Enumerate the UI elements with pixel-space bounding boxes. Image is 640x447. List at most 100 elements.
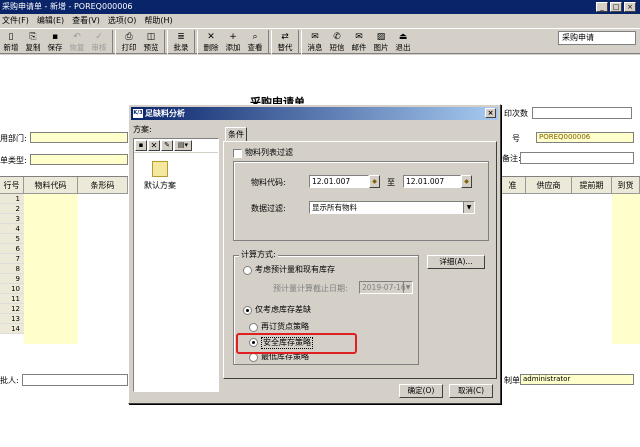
new-icon: ▯	[8, 32, 14, 42]
window-titlebar: 采购申请单 - 新增 - POREQ000006 _ □ ×	[0, 0, 640, 14]
toolbar-print-button[interactable]: ⎙ 打印	[118, 29, 140, 55]
document-type-combo[interactable]: 采购申请	[558, 31, 636, 45]
maximize-button[interactable]: □	[610, 2, 622, 12]
date-dropdown-icon[interactable]: ▼	[403, 282, 412, 293]
table-row-number[interactable]: 10	[0, 284, 24, 294]
remark-field[interactable]	[520, 152, 634, 164]
table-row-number[interactable]: 4	[0, 224, 24, 234]
toolbar-restore-button[interactable]: ↶ 恢复	[66, 29, 88, 55]
new-scheme-icon[interactable]: ✎	[161, 140, 173, 151]
toolbar-label: 打印	[121, 43, 137, 52]
to-label: 至	[387, 178, 395, 187]
close-button[interactable]: ×	[624, 2, 636, 12]
data-filter-select[interactable]: 显示所有物料 ▼	[309, 201, 475, 214]
table-row-number[interactable]: 2	[0, 204, 24, 214]
table-row-number[interactable]: 1	[0, 194, 24, 204]
toolbar-separator	[298, 30, 302, 54]
toolbar-separator	[268, 30, 272, 54]
detail-button[interactable]: 详细(A)...	[427, 255, 485, 269]
toolbar-new-button[interactable]: ▯ 新增	[0, 29, 22, 55]
table-row-number[interactable]: 3	[0, 214, 24, 224]
audit-icon: ✓	[95, 32, 103, 42]
toolbar-preview-button[interactable]: ◫ 预览	[140, 29, 162, 55]
menu-item[interactable]: 帮助(H)	[144, 14, 172, 28]
tab-conditions[interactable]: 条件	[225, 127, 247, 142]
radio-reorder-point[interactable]	[249, 323, 258, 332]
lookup-to-icon[interactable]: ◆	[461, 175, 472, 188]
toolbar-batch-button[interactable]: ≣ 批录	[170, 29, 192, 55]
toolbar-picture-button[interactable]: ▨ 图片	[370, 29, 392, 55]
grid-header-barcode: 条形码	[78, 177, 128, 194]
material-code-to-input[interactable]: 12.01.007	[403, 175, 461, 188]
save-icon: ▪	[51, 32, 59, 42]
toolbar-view-button[interactable]: ⌕ 查看	[244, 29, 266, 55]
print-count-field[interactable]	[532, 107, 632, 119]
delete-scheme-icon[interactable]: ✕	[148, 140, 160, 151]
toolbar-replace-button[interactable]: ⇄ 替代	[274, 29, 296, 55]
menu-item[interactable]: 选项(O)	[108, 14, 137, 28]
toolbar-add-button[interactable]: + 添加	[222, 29, 244, 55]
shortage-analysis-dialog: K/3 足缺料分析 × 方案: ▪ ✕ ✎ ▤▾ 默认方案 条件 物料列表过滤 …	[128, 104, 501, 404]
menu-item[interactable]: 编辑(E)	[37, 14, 64, 28]
type-field[interactable]	[30, 154, 128, 165]
material-code-column[interactable]	[24, 194, 78, 344]
toolbar-message-button[interactable]: ✉ 消息	[304, 29, 326, 55]
menu-item[interactable]: 文件(F)	[2, 14, 29, 28]
number-field[interactable]: POREQ000006	[536, 132, 634, 143]
print-count-label: 印次数	[504, 109, 528, 118]
minimize-button[interactable]: _	[596, 2, 608, 12]
table-row-number[interactable]: 6	[0, 244, 24, 254]
table-row-number[interactable]: 12	[0, 304, 24, 314]
picture-icon: ▨	[376, 32, 386, 42]
table-row-number[interactable]: 5	[0, 234, 24, 244]
save-scheme-icon[interactable]: ▪	[135, 140, 147, 151]
toolbar-exit-button[interactable]: ⏏ 退出	[392, 29, 414, 55]
toolbar-label: 预览	[143, 43, 159, 52]
toolbar-sms-button[interactable]: ✆ 短信	[326, 29, 348, 55]
chevron-down-icon[interactable]: ▼	[463, 202, 474, 213]
toolbar-copy-button[interactable]: ⎘ 复制	[22, 29, 44, 55]
toolbar-mail-button[interactable]: ✉ 邮件	[348, 29, 370, 55]
table-row-number[interactable]: 9	[0, 274, 24, 284]
calc-method-label: 计算方式:	[239, 250, 278, 260]
grid-header-arrival: 到货	[612, 177, 640, 194]
dept-label: 用部门:	[0, 134, 27, 143]
dialog-title: 足缺料分析	[145, 109, 185, 118]
scheme-panel: ▪ ✕ ✎ ▤▾ 默认方案	[133, 138, 219, 392]
menu-item[interactable]: 查看(V)	[72, 14, 100, 28]
table-row-number[interactable]: 14	[0, 324, 24, 334]
radio-min-stock[interactable]	[249, 353, 258, 362]
data-filter-label: 数据过滤:	[251, 204, 286, 213]
grid-header-leadtime: 提前期	[572, 177, 612, 194]
material-code-from-input[interactable]: 12.01.007	[309, 175, 369, 188]
toolbar-label: 新增	[3, 43, 19, 52]
dept-field[interactable]	[30, 132, 128, 143]
radio-plan-and-stock[interactable]	[243, 266, 252, 275]
table-row-number[interactable]: 13	[0, 314, 24, 324]
toolbar-audit-button[interactable]: ✓ 审核	[88, 29, 110, 55]
folder-icon[interactable]	[152, 161, 168, 177]
scheme-menu-icon[interactable]: ▤▾	[174, 140, 192, 151]
maker-field[interactable]: administrator	[520, 374, 634, 385]
toolbar-save-button[interactable]: ▪ 保存	[44, 29, 66, 55]
toolbar-label: 邮件	[351, 43, 367, 52]
arrival-column[interactable]	[612, 194, 640, 344]
radio-stock-only[interactable]	[243, 306, 252, 315]
dialog-close-button[interactable]: ×	[485, 108, 496, 118]
number-label: 号	[512, 134, 520, 143]
toolbar-delete-button[interactable]: ✕ 删除	[200, 29, 222, 55]
material-filter-checkbox[interactable]	[233, 149, 242, 158]
default-scheme-label[interactable]: 默认方案	[144, 181, 176, 191]
table-row-number[interactable]: 7	[0, 254, 24, 264]
plan-date-input[interactable]: 2019-07-16 ▼	[359, 281, 413, 294]
toolbar-label: 图片	[373, 43, 389, 52]
cancel-button[interactable]: 取消(C)	[449, 384, 493, 398]
lookup-from-icon[interactable]: ◆	[369, 175, 380, 188]
approver-field[interactable]	[22, 374, 128, 386]
table-row-number[interactable]: 11	[0, 294, 24, 304]
ok-button[interactable]: 确定(O)	[399, 384, 443, 398]
toolbar-label: 批录	[173, 43, 189, 52]
table-row-number[interactable]: 8	[0, 264, 24, 274]
view-icon: ⌕	[252, 32, 258, 42]
grid-header-supplier: 供应商	[526, 177, 572, 194]
